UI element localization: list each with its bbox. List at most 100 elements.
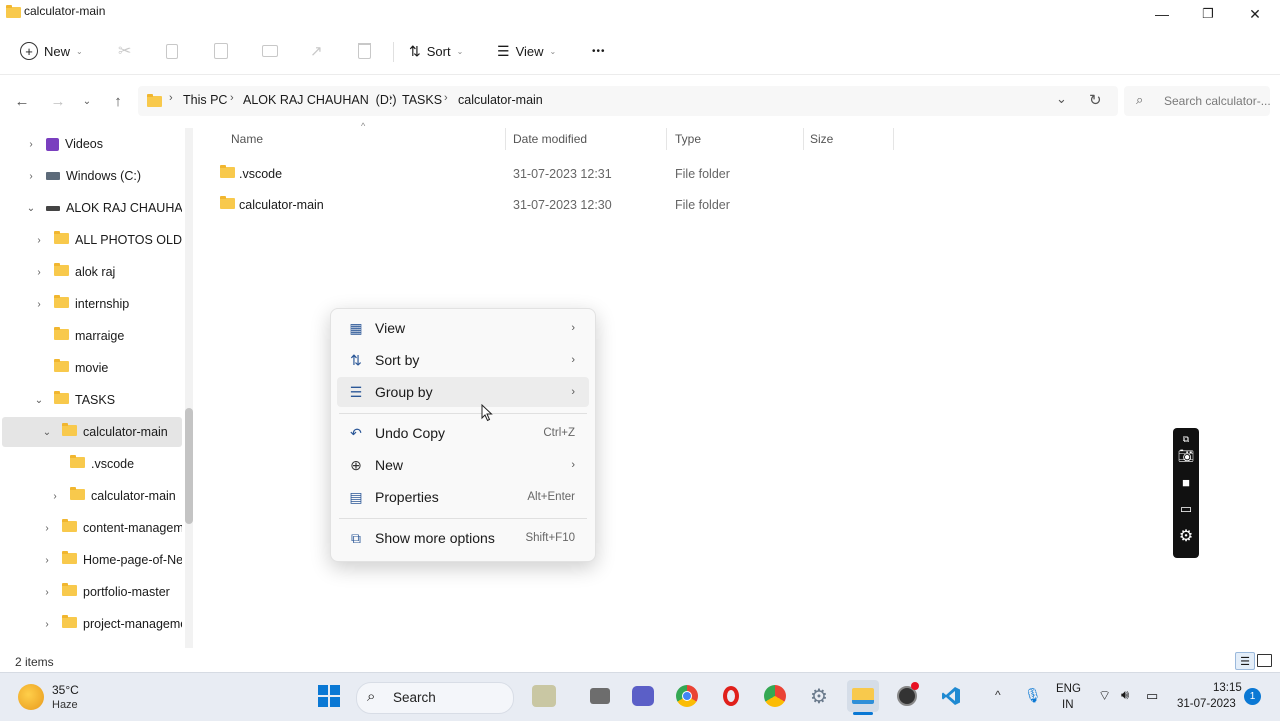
sidebar-item-movie[interactable]: movie [32,352,108,384]
widgets-app-icon[interactable] [528,680,560,712]
sort-arrows-icon: ⇅ [409,42,421,59]
sidebar-item-marraige[interactable]: marraige [32,320,124,352]
new-button[interactable]: + New ⌄ [20,28,83,74]
back-button[interactable]: ← [11,90,33,112]
language-indicator[interactable]: ENG [1056,683,1081,695]
paste-button[interactable] [214,28,228,74]
sidebar-item-calculator-main[interactable]: ⌄ calculator-main [40,416,168,448]
clock-date[interactable]: 31-07-2023 [1177,698,1236,710]
up-button[interactable]: ↑ [107,90,129,112]
table-row[interactable]: calculator-main 31-07-2023 12:30 File fo… [220,190,880,220]
column-header-size[interactable]: Size [810,132,833,146]
sidebar-scrollbar-thumb[interactable] [185,408,193,524]
column-divider[interactable] [505,128,506,150]
sidebar-item-drive-d[interactable]: ⌄ ALOK RAJ CHAUHAN [24,192,192,224]
address-history-chevron-icon[interactable]: ⌄ [1056,91,1067,107]
weather-temperature[interactable]: 35°C [52,683,79,697]
sidebar-item-all-photos-old[interactable]: › ALL PHOTOS OLD [32,224,182,256]
battery-icon[interactable]: ▭ [1146,688,1158,704]
sidebar-item-content-management[interactable]: › content-managem [40,512,184,544]
minimize-button[interactable]: — [1139,0,1185,28]
clock-time[interactable]: 13:15 [1213,682,1242,694]
column-divider[interactable] [666,128,667,150]
breadcrumb-drive[interactable]: ALOK RAJ CHAUHAN (D:) [243,93,397,107]
refresh-icon[interactable]: ↻ [1089,91,1102,109]
maximize-button[interactable]: ❐ [1185,0,1231,28]
notification-badge[interactable]: 1 [1244,688,1261,705]
sidebar-item-calculator-main-sub[interactable]: › calculator-main [48,480,176,512]
windows-logo-icon [318,685,340,707]
opera-app-icon[interactable] [715,680,747,712]
share-button[interactable]: ↗ [310,28,323,74]
file-name: calculator-main [239,198,324,212]
menu-item-undo-copy[interactable]: ↶ Undo Copy Ctrl+Z [337,418,589,448]
menu-item-view[interactable]: ▦ View › [337,313,589,343]
sidebar-item-videos[interactable]: › Videos [24,128,103,160]
settings-gear-icon[interactable]: ⚙ [1176,526,1196,546]
sidebar-item-tasks[interactable]: ⌄ TASKS [32,384,115,416]
wifi-icon[interactable]: ︎⌔ [1098,687,1111,705]
screen-icon[interactable]: ▭ [1176,499,1196,519]
chevron-right-icon: › [571,354,575,366]
menu-item-show-more-options[interactable]: ⧉ Show more options Shift+F10 [337,523,589,553]
recent-locations-button[interactable]: ⌄ [76,90,98,112]
menu-item-new[interactable]: ⊕ New › [337,450,589,480]
video-camera-icon[interactable]: ■ [1176,472,1196,492]
more-options-button[interactable]: ••• [592,28,606,74]
settings-app-icon[interactable]: ⚙ [803,680,835,712]
sort-button[interactable]: ⇅ Sort ⌄ [409,28,463,74]
sidebar-scrollbar-track[interactable] [185,128,193,648]
column-header-type[interactable]: Type [675,132,701,146]
column-divider[interactable] [893,128,894,150]
column-header-date[interactable]: Date modified [513,132,587,146]
sidebar-item-project-management[interactable]: › project-manageme [40,608,187,640]
breadcrumb-current[interactable]: calculator-main [458,93,543,107]
weather-description[interactable]: Haze [52,699,78,711]
language-region[interactable]: IN [1062,699,1074,711]
taskbar-search-box[interactable]: ⌕ Search [356,682,514,714]
file-explorer-app-icon[interactable] [847,680,879,712]
volume-icon[interactable]: 🔊︎ [1121,687,1129,703]
details-view-icon[interactable]: ☰ [1235,652,1255,670]
microphone-icon[interactable]: 🎙︎ [1024,687,1042,704]
sidebar-item-label: portfolio-master [83,585,170,599]
menu-item-label: Undo Copy [375,425,446,441]
close-button[interactable]: ✕ [1232,0,1278,28]
chrome-app-icon[interactable] [671,680,703,712]
show-hidden-icons-chevron-icon[interactable]: ^ [995,688,1001,702]
column-divider[interactable] [803,128,804,150]
task-view-icon[interactable] [584,680,616,712]
obs-app-icon[interactable] [891,680,923,712]
start-button[interactable] [313,680,345,712]
folder-icon [70,487,91,503]
breadcrumb-this-pc[interactable]: This PC [183,93,227,107]
sidebar-item-portfolio-master[interactable]: › portfolio-master [40,576,170,608]
view-button[interactable]: ☰ View ⌄ [497,28,556,74]
vscode-app-icon[interactable] [935,680,967,712]
sidebar-item-internship[interactable]: › internship [32,288,129,320]
sidebar-item-vscode[interactable]: .vscode [48,448,134,480]
address-bar[interactable]: › This PC › ALOK RAJ CHAUHAN (D:) › TASK… [138,86,1118,116]
tiles-view-icon[interactable] [1257,654,1272,667]
menu-separator [339,413,587,414]
chevron-right-icon: › [37,266,41,278]
weather-sun-icon[interactable] [18,684,44,710]
copy-button[interactable] [166,28,178,74]
sidebar-item-home-page[interactable]: › Home-page-of-Ne [40,544,183,576]
menu-item-sort-by[interactable]: ⇅ Sort by › [337,345,589,375]
camera-icon[interactable]: 📷︎ [1176,446,1196,466]
delete-button[interactable] [358,28,371,74]
forward-button[interactable]: → [47,90,69,112]
table-row[interactable]: .vscode 31-07-2023 12:31 File folder [220,159,880,189]
sidebar-item-windows-c[interactable]: › Windows (C:) [24,160,141,192]
breadcrumb-tasks[interactable]: TASKS [402,93,442,107]
teams-app-icon[interactable] [627,680,659,712]
cut-button[interactable]: ✂ [118,28,131,74]
chrome-profile-app-icon[interactable] [759,680,791,712]
menu-item-group-by[interactable]: ☰ Group by › [337,377,589,407]
column-header-name[interactable]: Name [231,132,263,146]
rename-button[interactable] [262,28,278,74]
sidebar-item-alok-raj[interactable]: › alok raj [32,256,115,288]
search-input[interactable]: ⌕ Search calculator-... [1124,86,1271,116]
menu-item-properties[interactable]: ▤ Properties Alt+Enter [337,482,589,512]
